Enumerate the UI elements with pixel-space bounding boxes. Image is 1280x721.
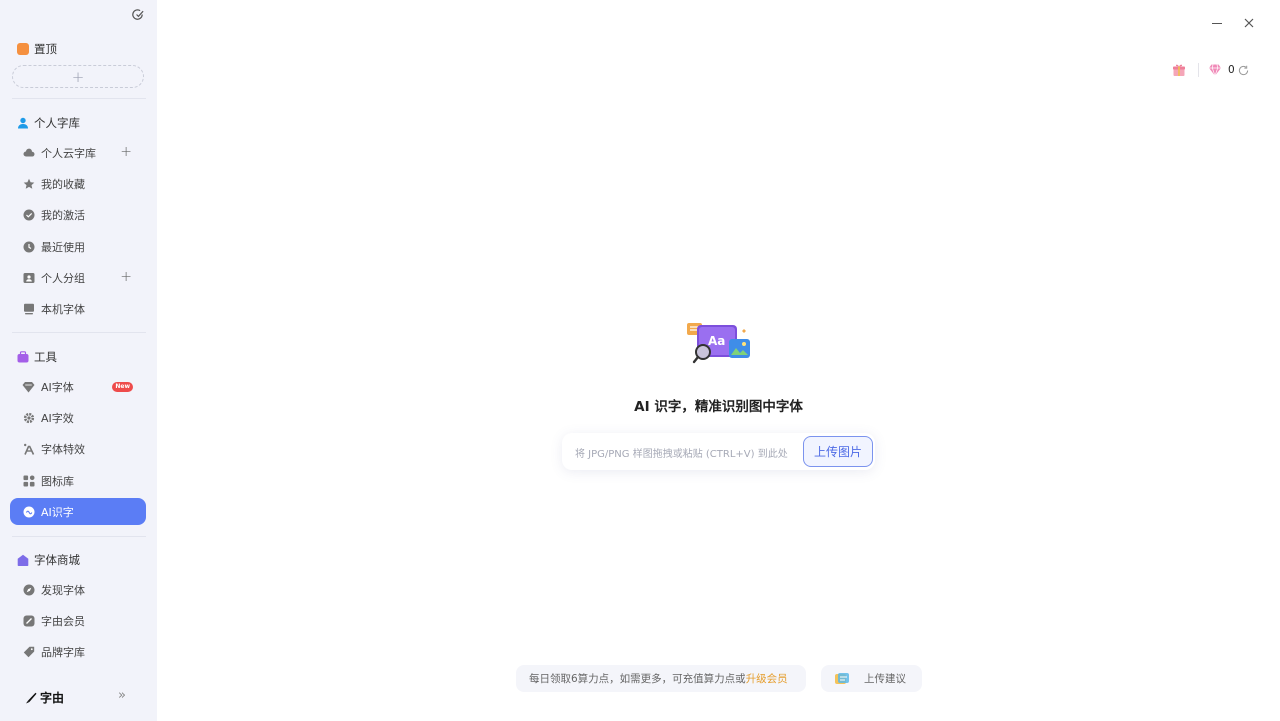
drop-hint: 将 JPG/PNG 样图拖拽或粘贴 (CTRL+V) 到此处 [575, 449, 788, 460]
sidebar-footer: 字由 » [0, 681, 157, 721]
sidebar-item-label: 我的收藏 [41, 177, 85, 191]
sidebar-item-label: 本机字体 [41, 302, 85, 316]
divider [12, 98, 146, 99]
upload-feedback-button[interactable]: 上传建议 [821, 665, 922, 692]
toolbox-icon [17, 351, 29, 363]
sidebar-item-label: AI识字 [41, 505, 74, 519]
credit-count: 0 [1228, 64, 1235, 76]
user-icon [18, 117, 28, 129]
close-button[interactable] [1242, 17, 1256, 31]
sidebar-item-label: 最近使用 [41, 240, 85, 254]
section-tools: 工具 [17, 348, 57, 366]
gift-icon[interactable] [1172, 63, 1186, 77]
expand-sidebar-button[interactable]: » [118, 688, 126, 703]
section-tools-title: 工具 [34, 350, 57, 364]
sidebar-item-label: 我的激活 [41, 208, 85, 222]
sidebar-item-ai-recognize[interactable]: AI识字 [10, 498, 146, 525]
sidebar-item-label: 个人云字库 [41, 146, 96, 160]
sidebar-item-label: 字体特效 [41, 442, 85, 456]
sidebar-item-membership[interactable]: 字由会员 [10, 607, 146, 634]
sidebar-item-label: 个人分组 [41, 271, 85, 285]
app-window: 置顶 + 个人字库 个人云字库 + 我的收藏 我的激活 最近使用 个人分组 + … [0, 0, 1280, 721]
upload-image-button[interactable]: 上传图片 [803, 436, 873, 467]
add-cloud-library-button[interactable]: + [120, 144, 132, 160]
app-logo[interactable]: 字由 [25, 689, 64, 706]
divider [12, 332, 146, 333]
section-pinned: 置顶 [17, 40, 57, 58]
sidebar-item-label: 图标库 [41, 474, 74, 488]
cloud-icon [22, 146, 35, 159]
sidebar-item-label: 字由会员 [41, 614, 85, 628]
ai-font-recognition-illustration: Aa [687, 323, 750, 364]
magic-figure-icon [22, 442, 35, 455]
sidebar-item-recent[interactable]: 最近使用 [10, 233, 146, 260]
add-group-button[interactable]: + [120, 269, 132, 285]
group-folder-icon [22, 271, 35, 284]
divider [12, 536, 146, 537]
check-circle-icon [22, 208, 35, 221]
clock-icon [22, 240, 35, 253]
section-personal-title: 个人字库 [34, 116, 80, 130]
image-drop-zone[interactable]: 将 JPG/PNG 样图拖拽或粘贴 (CTRL+V) 到此处 上传图片 [562, 433, 875, 470]
diamond-icon [22, 380, 35, 393]
section-store-title: 字体商城 [34, 553, 80, 567]
credits-notice: 每日领取6算力点，如需更多，可充值算力点或 升级会员 [516, 665, 806, 692]
grid-icon [22, 474, 35, 487]
sidebar-item-brand-library[interactable]: 品牌字库 [10, 638, 146, 665]
star-icon [22, 177, 35, 190]
section-personal: 个人字库 [17, 114, 80, 132]
section-pinned-title: 置顶 [34, 42, 57, 56]
svg-text:Aa: Aa [708, 334, 725, 348]
sidebar-item-activated[interactable]: 我的激活 [10, 201, 146, 228]
sidebar-item-discover[interactable]: 发现字体 [10, 576, 146, 603]
ai-scan-icon [22, 505, 35, 518]
store-icon [17, 554, 29, 566]
app-logo-text: 字由 [40, 691, 65, 705]
page-title: AI 识字，精准识别图中字体 [634, 399, 803, 415]
tag-icon [22, 645, 35, 658]
sidebar-item-cloud-library[interactable]: 个人云字库 + [10, 139, 146, 166]
section-store: 字体商城 [17, 551, 80, 569]
sidebar-item-local-fonts[interactable]: 本机字体 [10, 295, 146, 322]
sidebar-item-label: 品牌字库 [41, 645, 85, 659]
pin-icon [17, 43, 29, 55]
close-icon [1244, 18, 1254, 28]
compass-icon [22, 583, 35, 596]
member-card-icon [22, 614, 35, 627]
minimize-button[interactable] [1212, 23, 1222, 24]
upgrade-membership-link[interactable]: 升级会员 [746, 671, 788, 686]
edit-check-icon[interactable] [130, 7, 145, 22]
new-badge: New [112, 382, 133, 392]
sidebar: 置顶 + 个人字库 个人云字库 + 我的收藏 我的激活 最近使用 个人分组 + … [0, 0, 157, 721]
sidebar-item-label: AI字体 [41, 380, 74, 394]
credits-notice-text: 每日领取6算力点，如需更多，可充值算力点或 [529, 673, 746, 685]
feedback-label: 上传建议 [864, 673, 906, 685]
sidebar-item-groups[interactable]: 个人分组 + [10, 264, 146, 291]
feedback-icon [835, 672, 849, 684]
computer-icon [22, 302, 35, 315]
sidebar-item-label: 发现字体 [41, 583, 85, 597]
sidebar-item-icon-library[interactable]: 图标库 [10, 467, 146, 494]
sidebar-item-font-effects[interactable]: 字体特效 [10, 435, 146, 462]
sidebar-item-favorites[interactable]: 我的收藏 [10, 170, 146, 197]
add-pinned-button[interactable]: + [12, 65, 144, 88]
gem-icon [1209, 64, 1221, 77]
toolbar-divider [1198, 63, 1199, 77]
refresh-icon[interactable] [1238, 65, 1249, 76]
top-right-tools: 0 [1172, 62, 1249, 78]
brush-logo-icon [26, 692, 37, 703]
